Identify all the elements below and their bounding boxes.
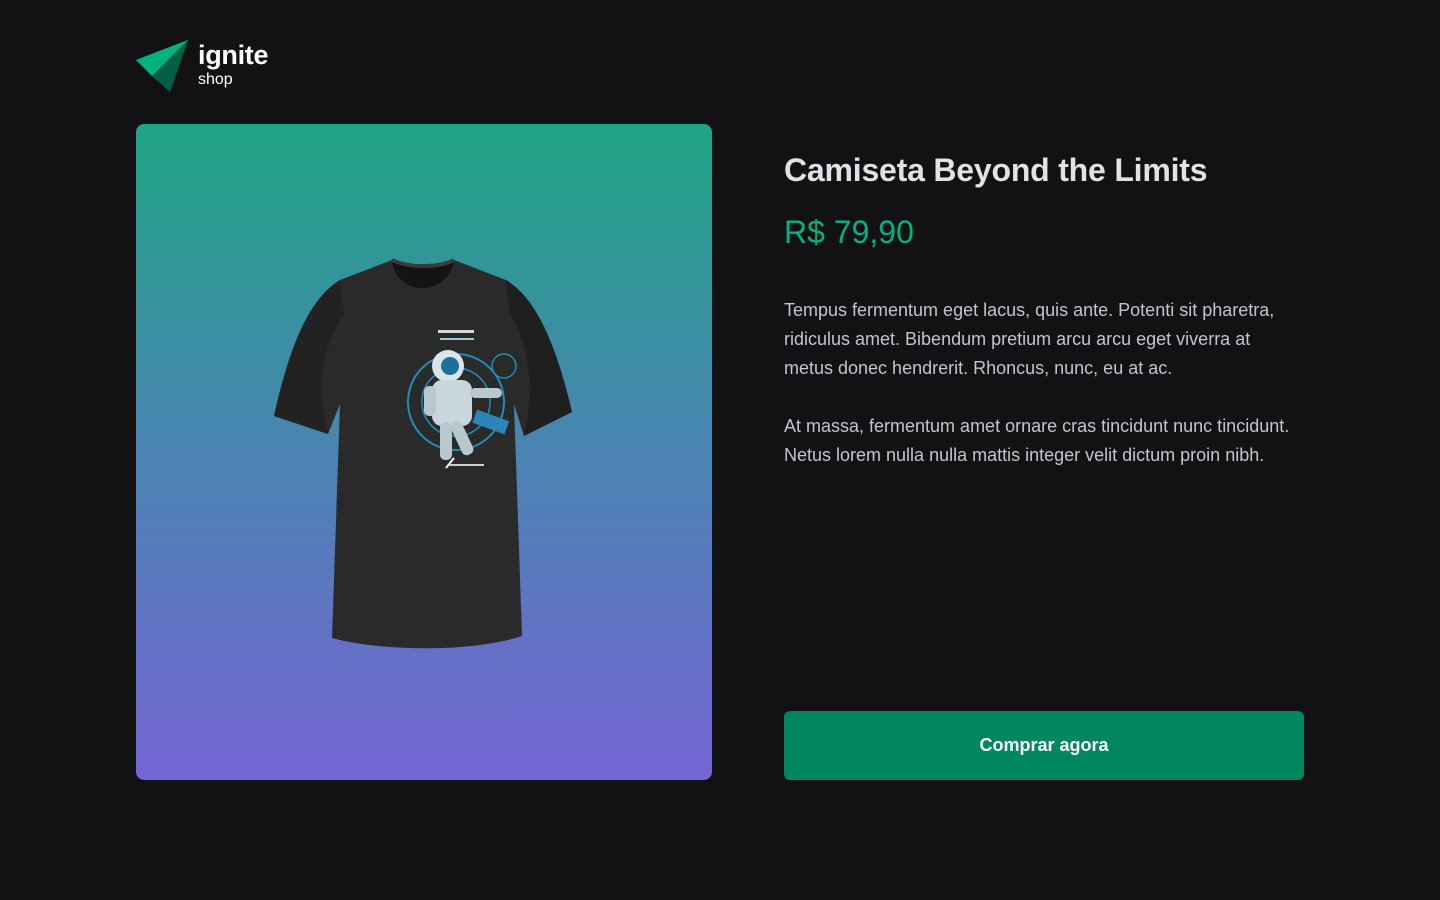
- tshirt-image: [274, 258, 572, 649]
- product-description: Tempus fermentum eget lacus, quis ante. …: [784, 296, 1304, 499]
- product-image-card: [136, 124, 712, 780]
- logo-name: ignite: [198, 40, 269, 70]
- header: ignite shop: [136, 38, 269, 92]
- triangle-logo-icon[interactable]: [136, 38, 190, 92]
- description-paragraph: At massa, fermentum amet ornare cras tin…: [784, 416, 1290, 465]
- product-details: Camiseta Beyond the Limits R$ 79,90 Temp…: [784, 124, 1304, 780]
- product-title: Camiseta Beyond the Limits: [784, 152, 1208, 188]
- logo-subtitle: shop: [198, 71, 233, 88]
- logo[interactable]: ignite shop: [198, 40, 269, 88]
- description-paragraph: Tempus fermentum eget lacus, quis ante. …: [784, 300, 1275, 378]
- product-price: R$ 79,90: [784, 214, 914, 250]
- buy-now-button[interactable]: Comprar agora: [784, 711, 1304, 780]
